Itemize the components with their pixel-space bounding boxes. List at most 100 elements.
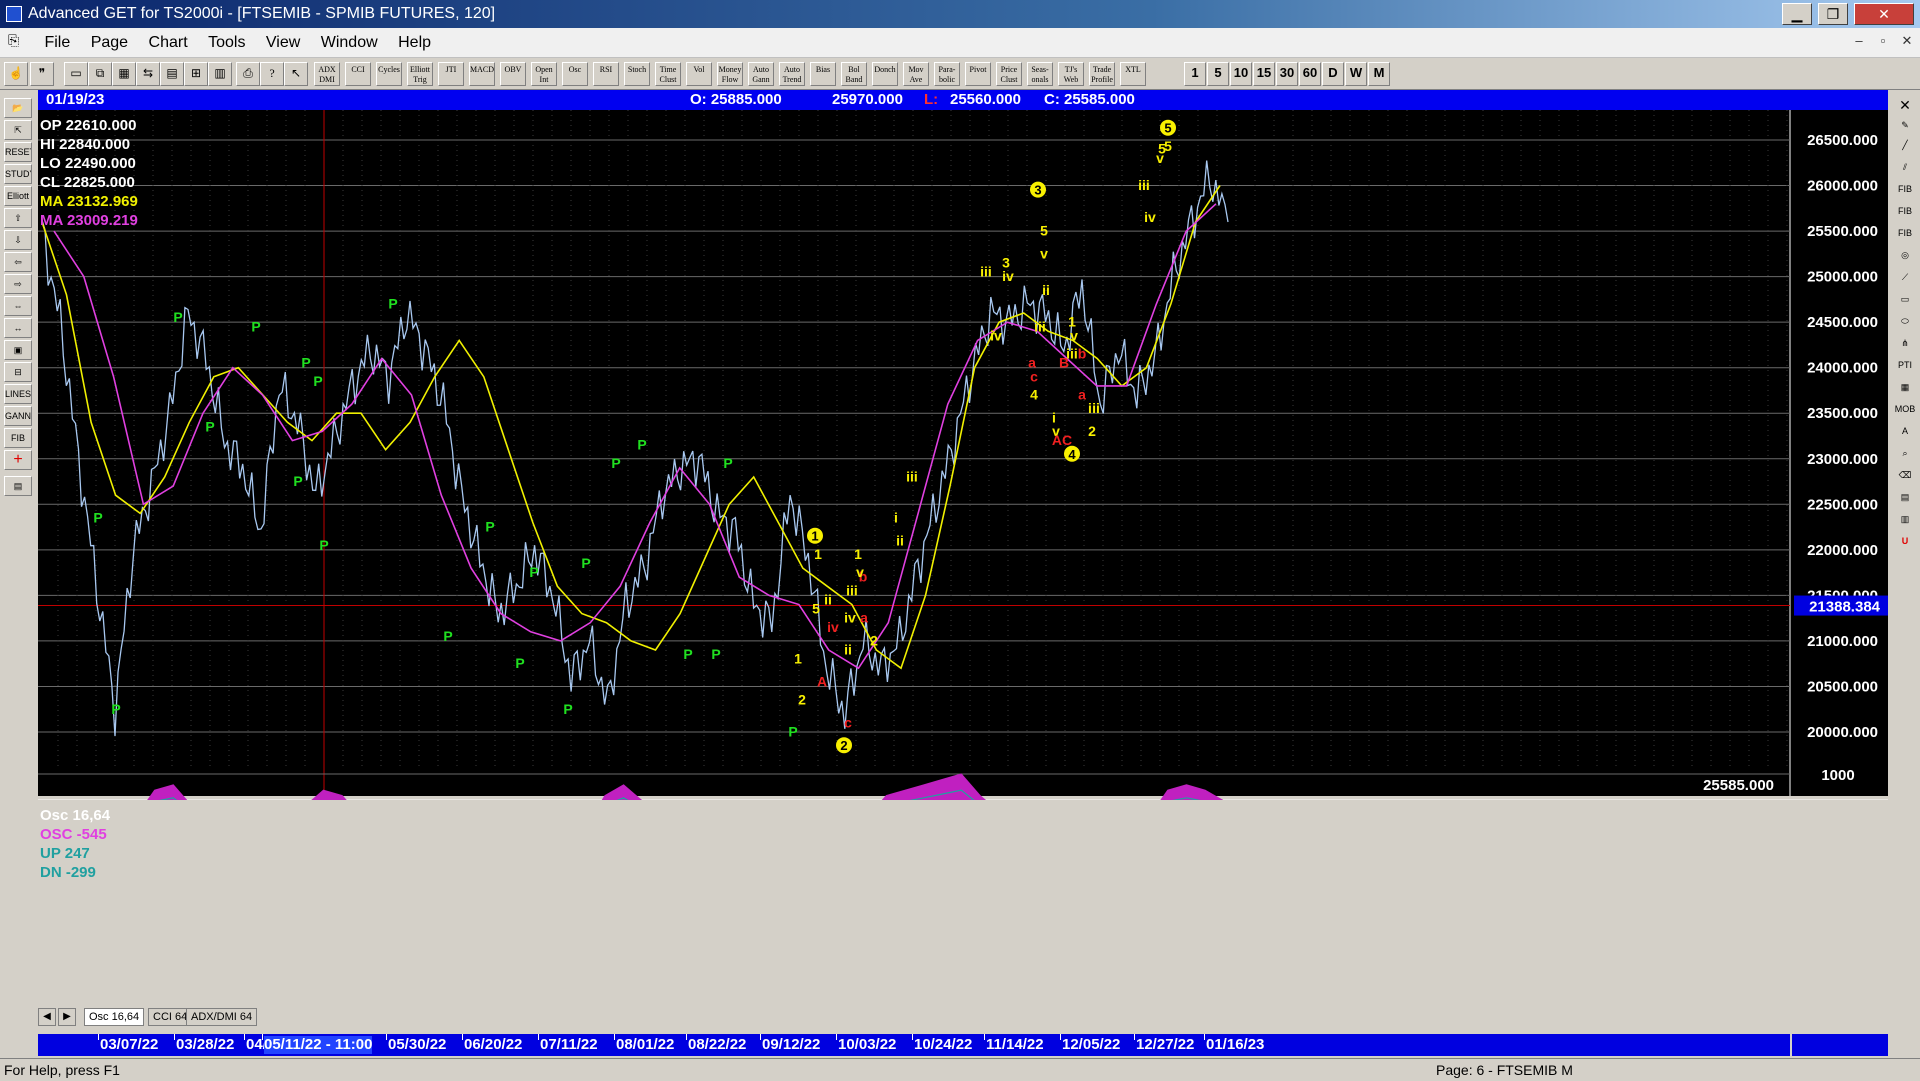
doc-minimize-button[interactable]: ‒ xyxy=(1848,33,1870,53)
close-tool-icon[interactable]: ✕ xyxy=(1892,96,1918,116)
date-axis[interactable]: 03/07/2203/28/2204/18/2205/11/22 - 11:00… xyxy=(38,1034,1790,1056)
pointer-icon[interactable]: ☝ xyxy=(4,62,28,86)
arrow-right-icon[interactable]: ⇨ xyxy=(4,274,32,294)
lines-icon[interactable]: LINES xyxy=(4,384,32,404)
study-button-xtl[interactable]: XTL xyxy=(1120,62,1146,86)
fib-ext-icon[interactable]: FIB xyxy=(1892,202,1918,222)
timeframe-button-30[interactable]: 30 xyxy=(1276,62,1298,86)
context-help-icon[interactable]: ↖ xyxy=(284,62,308,86)
study-button-seas-onals[interactable]: Seas-onals xyxy=(1027,62,1053,86)
study-button-auto-trend[interactable]: Auto Trend xyxy=(779,62,805,86)
study-button-donch[interactable]: Donch xyxy=(872,62,898,86)
menu-page[interactable]: Page xyxy=(83,28,136,58)
document-icon[interactable]: ⎘ xyxy=(8,32,26,54)
channel-icon[interactable]: ⫽ xyxy=(1892,158,1918,178)
mob-icon[interactable]: MOB xyxy=(1892,400,1918,420)
study-button-bias[interactable]: Bias xyxy=(810,62,836,86)
zoom-icon[interactable]: ⊞ xyxy=(184,62,208,86)
study-button-bol-band[interactable]: Bol Band xyxy=(841,62,867,86)
undo-icon[interactable]: U xyxy=(1892,532,1918,552)
study-button-trade-profile[interactable]: Trade Profile xyxy=(1089,62,1115,86)
pti-icon[interactable]: PTI xyxy=(1892,356,1918,376)
study-button-macd[interactable]: MACD xyxy=(469,62,495,86)
arrow-left-icon[interactable]: ⇦ xyxy=(4,252,32,272)
study-button-rsi[interactable]: RSI xyxy=(593,62,619,86)
settings-icon[interactable]: ▤ xyxy=(4,476,32,496)
timeframe-button-15[interactable]: 15 xyxy=(1253,62,1275,86)
timeframe-button-w[interactable]: W xyxy=(1345,62,1367,86)
magnify-icon[interactable]: ⌕ xyxy=(1892,444,1918,464)
new-page-icon[interactable]: ▭ xyxy=(64,62,88,86)
study-button-cci[interactable]: CCI xyxy=(345,62,371,86)
print-icon[interactable]: ⎙ xyxy=(236,62,260,86)
reset-icon[interactable]: RESET xyxy=(4,142,32,162)
study-button-vol[interactable]: Vol xyxy=(686,62,712,86)
doc-restore-button[interactable]: ▫ xyxy=(1872,33,1894,53)
compress-icon[interactable]: ⇔ xyxy=(4,296,32,316)
menu-help[interactable]: Help xyxy=(390,28,439,58)
grid-tool-icon[interactable]: ▦ xyxy=(1892,378,1918,398)
study-button-time-clust[interactable]: Time Clust xyxy=(655,62,681,86)
copy-icon[interactable]: ⧉ xyxy=(88,62,112,86)
fan-icon[interactable]: ⟋ xyxy=(1892,268,1918,288)
timeframe-button-1[interactable]: 1 xyxy=(1184,62,1206,86)
menu-window[interactable]: Window xyxy=(313,28,386,58)
trendline-icon[interactable]: ╱ xyxy=(1892,136,1918,156)
study-button-tj-s-web[interactable]: TJ's Web xyxy=(1058,62,1084,86)
expand-icon[interactable]: ↔ xyxy=(4,318,32,338)
study-button-auto-gann[interactable]: Auto Gann xyxy=(748,62,774,86)
chart-panel[interactable]: 26500.000 26000.000 25500.000 25000.000 2450… xyxy=(38,110,1888,881)
study-icon[interactable]: STUDY xyxy=(4,164,32,184)
close-button[interactable]: ✕ xyxy=(1854,3,1914,25)
rectangle-icon[interactable]: ▭ xyxy=(1892,290,1918,310)
box-icon[interactable]: ▣ xyxy=(4,340,32,360)
timeframe-button-60[interactable]: 60 xyxy=(1299,62,1321,86)
timeframe-button-m[interactable]: M xyxy=(1368,62,1390,86)
study-button-cycles[interactable]: Cycles xyxy=(376,62,402,86)
link-icon[interactable]: ⇆ xyxy=(136,62,160,86)
notes-icon[interactable]: ▥ xyxy=(1892,510,1918,530)
timeframe-button-d[interactable]: D xyxy=(1322,62,1344,86)
pitchfork-icon[interactable]: ⋔ xyxy=(1892,334,1918,354)
select-icon[interactable]: ⇱ xyxy=(4,120,32,140)
study-button-open-int[interactable]: Open Int xyxy=(531,62,557,86)
layout-icon[interactable]: ▦ xyxy=(112,62,136,86)
fib-time-icon[interactable]: FIB xyxy=(1892,224,1918,244)
menu-view[interactable]: View xyxy=(258,28,308,58)
fib-icon[interactable]: FIB xyxy=(4,428,32,448)
gann-icon[interactable]: GANN xyxy=(4,406,32,426)
menu-file[interactable]: File xyxy=(36,28,78,58)
tile-icon[interactable]: ▥ xyxy=(208,62,232,86)
price-chart[interactable]: 26500.000 26000.000 25500.000 25000.000 2450… xyxy=(38,110,1888,800)
study-button-osc[interactable]: Osc xyxy=(562,62,588,86)
tab-adx[interactable]: ADX/DMI 64 xyxy=(186,1008,258,1026)
timeframe-button-5[interactable]: 5 xyxy=(1207,62,1229,86)
eraser-icon[interactable]: ⌫ xyxy=(1892,466,1918,486)
open-icon[interactable]: 📂 xyxy=(4,98,32,118)
fib-ret-icon[interactable]: FIB xyxy=(1892,180,1918,200)
menu-chart[interactable]: Chart xyxy=(141,28,196,58)
study-button-mov-ave[interactable]: Mov Ave xyxy=(903,62,929,86)
grid-icon[interactable]: ▤ xyxy=(160,62,184,86)
study-button-stoch[interactable]: Stoch xyxy=(624,62,650,86)
study-button-para-bolic[interactable]: Para-bolic xyxy=(934,62,960,86)
dividers-icon[interactable]: ⊟ xyxy=(4,362,32,382)
pencil-icon[interactable]: ✎ xyxy=(1892,116,1918,136)
elliott-icon[interactable]: Elliott xyxy=(4,186,32,206)
minimize-button[interactable]: ▁ xyxy=(1782,3,1812,25)
study-button-pivot[interactable]: Pivot xyxy=(965,62,991,86)
text-tool-icon[interactable]: A xyxy=(1892,422,1918,442)
spiral-icon[interactable]: ◎ xyxy=(1892,246,1918,266)
quote-icon[interactable]: ❞ xyxy=(30,62,54,86)
timeframe-button-10[interactable]: 10 xyxy=(1230,62,1252,86)
doc-close-button[interactable]: ✕ xyxy=(1896,33,1918,53)
study-button-obv[interactable]: OBV xyxy=(500,62,526,86)
tab-osc[interactable]: Osc 16,64 xyxy=(84,1008,145,1026)
ellipse-icon[interactable]: ⬭ xyxy=(1892,312,1918,332)
study-button-adx-dmi[interactable]: ADX DMI xyxy=(314,62,340,86)
study-button-money-flow[interactable]: Money Flow xyxy=(717,62,743,86)
menu-tools[interactable]: Tools xyxy=(200,28,253,58)
maximize-button[interactable]: ❐ xyxy=(1818,3,1848,25)
study-button-price-clust[interactable]: Price Clust xyxy=(996,62,1022,86)
study-button-elliott-trig[interactable]: Elliott Trig xyxy=(407,62,433,86)
